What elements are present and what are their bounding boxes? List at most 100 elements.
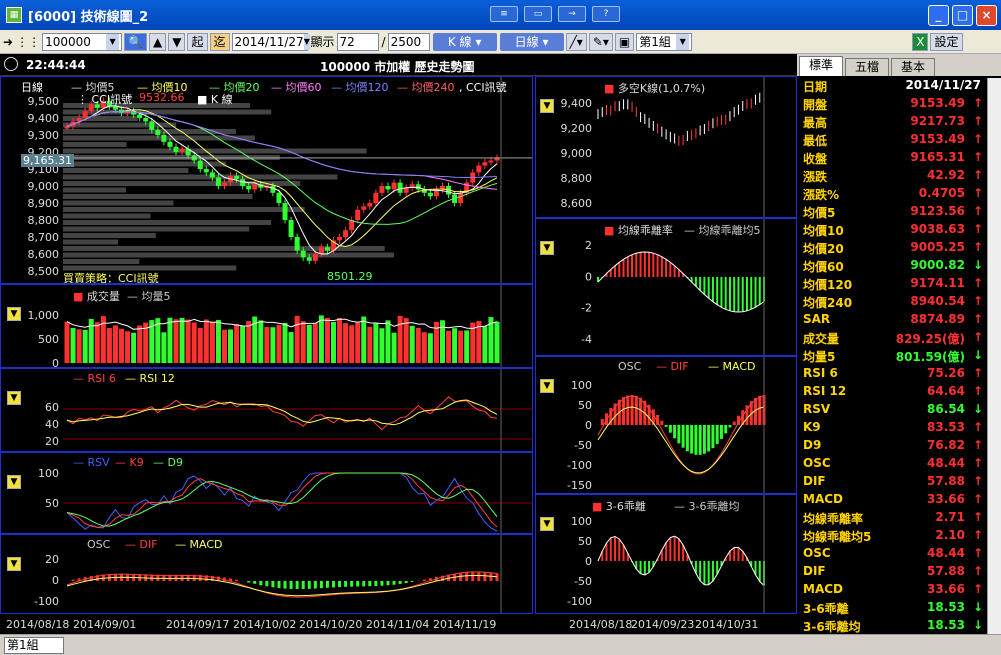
quote-label: 漲跌%	[803, 188, 840, 202]
minimize-button[interactable]: _	[928, 5, 949, 26]
panel-menu-icon[interactable]: ▼	[7, 391, 21, 405]
chevron-down-icon[interactable]: ▼	[106, 33, 120, 50]
main-price-panel[interactable]: 9,500 9,400 9,300 9,200 9,100 9,000 8,900 8,800…	[0, 76, 533, 284]
start-button[interactable]: 起	[187, 32, 208, 51]
draw-line-button[interactable]: ╱▾	[565, 32, 587, 51]
group-select[interactable]: 第1組 ▼	[636, 32, 693, 51]
y-tick: 100	[571, 515, 592, 528]
layout-icon[interactable]: ≡	[490, 6, 518, 22]
tab-basic[interactable]: 基本	[891, 58, 936, 76]
volume-panel[interactable]: 1,000 500 0 ▼ ■ 成交量 — 均量5	[0, 284, 533, 368]
quote-row: K9 83.53 ↑	[801, 420, 985, 438]
y-tick: 60	[45, 401, 59, 414]
panel-menu-icon[interactable]: ▼	[540, 241, 554, 255]
trend-arrow-icon: ↑	[972, 492, 983, 506]
bull-bear-kline-panel[interactable]: 9,400 9,200 9,000 8,800 8,600 ▼ ■ 多空K線(1,0.7…	[535, 76, 797, 218]
total-input[interactable]: 2500	[387, 32, 430, 51]
candle-body	[270, 186, 276, 193]
chart-area: 22:44:44 100000 市加權 歷史走勢圖 9,500 9,400 9,30…	[0, 54, 797, 634]
group-status-select[interactable]: 第1組	[4, 637, 64, 654]
quote-label: 均價120	[803, 278, 853, 292]
quote-value: 18.53	[927, 600, 965, 614]
scrollbar[interactable]	[987, 78, 1001, 634]
y-tick: -4	[581, 333, 592, 346]
candle-body	[137, 114, 143, 118]
help-icon[interactable]: ?	[592, 6, 620, 22]
kd-panel[interactable]: 100 50 ▼ — RSV — K9 — D9	[0, 452, 533, 534]
close-button[interactable]: ×	[976, 5, 997, 26]
volume-bar	[234, 324, 240, 363]
panel-menu-icon[interactable]: ▼	[540, 379, 554, 393]
candle-body	[288, 220, 294, 237]
quote-row: SAR 8874.89 ↑	[801, 312, 985, 330]
volume-profile-bar	[63, 187, 126, 193]
kline-button[interactable]: K 線 ▾	[432, 32, 497, 51]
macd-panel[interactable]: 20 0 -100 ▼ OSC — DIF — MACD	[0, 534, 533, 614]
rsi-panel[interactable]: 60 40 20 ▼ — RSI 6 — RSI 12	[0, 368, 533, 452]
bias36-panel[interactable]: 100 50 0 -50 -100 ▼ ■ 3-6乖離 — 3-6乖離均	[535, 494, 797, 614]
arrow-icon[interactable]: ➜	[3, 35, 13, 49]
period-button[interactable]: 日線 ▾	[499, 32, 564, 51]
maximize-button[interactable]: □	[952, 5, 973, 26]
panel-menu-icon[interactable]: ▼	[540, 517, 554, 531]
export-icon[interactable]: →	[558, 6, 586, 22]
panel-menu-icon[interactable]: ▼	[7, 307, 21, 321]
candle-body	[276, 192, 282, 203]
volume-bar	[70, 328, 76, 363]
candle-body	[209, 172, 215, 178]
palette-button[interactable]: ▣	[614, 32, 635, 51]
settings-button[interactable]: 設定	[930, 32, 963, 51]
trend-arrow-icon: ↓	[972, 348, 983, 362]
macd-line	[66, 575, 498, 597]
ma-deviation-panel[interactable]: 2 0 -2 -4 ▼ ■ 均線乖離率 — 均線乖離均5	[535, 218, 797, 356]
quote-row: 漲跌% 0.4705 ↑	[801, 186, 985, 204]
candle-body	[155, 129, 161, 135]
down-arrow-button[interactable]: ▼	[168, 32, 186, 51]
quote-row: 3-6乖離 18.53 ↓	[801, 600, 985, 618]
candle-body	[367, 203, 373, 207]
panel-menu-icon[interactable]: ▼	[7, 557, 21, 571]
volume-bar	[161, 332, 167, 363]
show-count-input[interactable]: 72	[336, 32, 379, 51]
quote-label: 3-6乖離均	[803, 620, 861, 634]
candle-body	[312, 254, 318, 261]
quote-label: 最高	[803, 116, 828, 130]
grid-icon[interactable]: ⋮⋮	[16, 35, 40, 49]
trend-arrow-icon: ↑	[972, 186, 983, 200]
eraser-button[interactable]: ✎▾	[588, 32, 613, 51]
y-tick: 100	[38, 467, 59, 480]
trend-arrow-icon: ↑	[972, 204, 983, 218]
code-input[interactable]: 100000 ▼	[42, 32, 123, 51]
y-tick: 9,000	[561, 147, 593, 160]
up-arrow-button[interactable]: ▲	[149, 32, 167, 51]
search-button[interactable]: 🔍	[124, 32, 148, 51]
end-button[interactable]: 迄	[209, 32, 230, 51]
window-icon[interactable]: ▭	[524, 6, 552, 22]
tab-standard[interactable]: 標準	[799, 56, 844, 76]
volume-ma-line	[66, 318, 498, 330]
quote-value: 801.59(億)	[895, 350, 965, 364]
excel-icon[interactable]: X	[912, 32, 929, 51]
ma-deviation-chart: 2 0 -2 -4	[581, 219, 765, 355]
candle-body	[391, 182, 397, 190]
volume-bar	[458, 330, 464, 363]
quote-value: 33.66	[927, 492, 965, 506]
y-tick: -100	[34, 595, 59, 608]
panel-menu-icon[interactable]: ▼	[540, 99, 554, 113]
trend-arrow-icon: ↓	[972, 600, 983, 614]
quote-value: 9174.11	[910, 276, 965, 290]
y-tick: 9,300	[28, 129, 60, 142]
tab-five-levels[interactable]: 五檔	[845, 58, 890, 76]
quote-label: OSC	[803, 546, 831, 560]
candle-body	[476, 165, 482, 173]
volume-bar	[209, 321, 215, 363]
volume-bar	[306, 324, 312, 363]
quote-label: K9	[803, 420, 821, 434]
chevron-down-icon[interactable]: ▼	[303, 33, 310, 50]
panel-menu-icon[interactable]: ▼	[7, 475, 21, 489]
chevron-down-icon[interactable]: ▼	[676, 33, 690, 50]
show-label: 顯示	[310, 35, 335, 49]
macd-right-panel[interactable]: 100 50 0 -50 -100 -150 ▼ OSC — DIF — MACD	[535, 356, 797, 494]
date-select[interactable]: 2014/11/27 ▼	[231, 32, 310, 51]
candle-body	[173, 146, 179, 152]
